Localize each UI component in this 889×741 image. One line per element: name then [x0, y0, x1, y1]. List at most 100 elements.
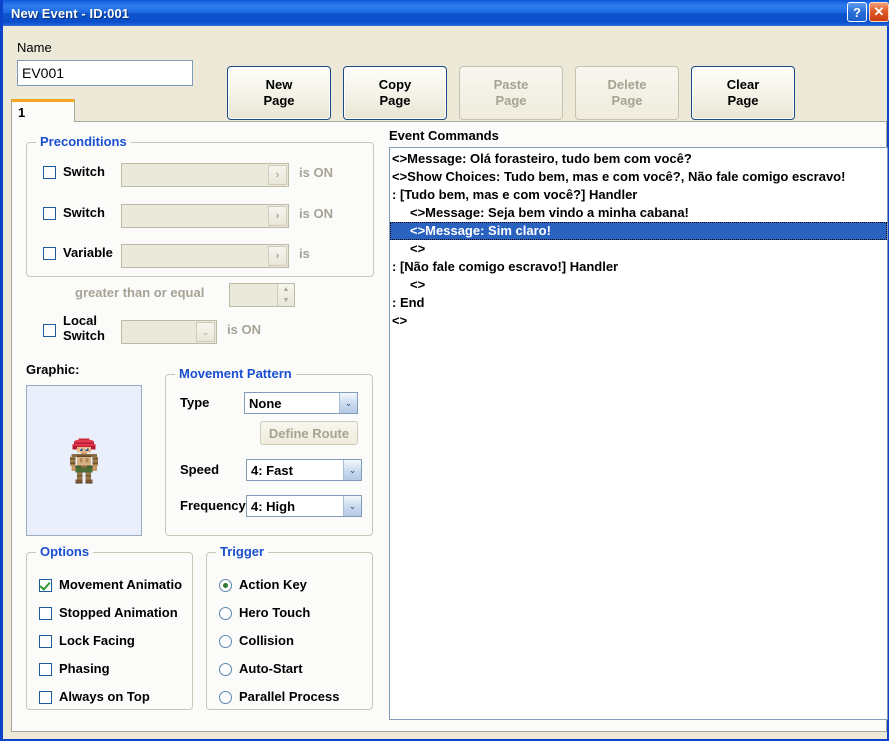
precondition-local-switch-label: Local Switch — [63, 313, 105, 343]
movement-speed-chevron-down-icon[interactable]: ⌄ — [343, 460, 361, 480]
copy-page-label-1: Copy — [378, 77, 412, 92]
clear-page-label-1: Clear — [726, 77, 760, 92]
movement-type-chevron-down-icon[interactable]: ⌄ — [339, 393, 357, 413]
tab-page-1[interactable]: 1 — [11, 99, 75, 123]
trigger-collision-label: Collision — [239, 633, 294, 648]
movement-frequency-label: Frequency — [180, 498, 246, 513]
event-command-row[interactable]: : End — [390, 294, 887, 312]
precondition-switch2-checkbox[interactable] — [43, 207, 56, 220]
new-event-dialog: New Event - ID:001 ? ✕ Name New Page Cop… — [0, 0, 889, 741]
window-controls: ? ✕ — [847, 2, 889, 22]
trigger-hero-touch-label: Hero Touch — [239, 605, 311, 620]
close-icon[interactable]: ✕ — [869, 2, 889, 22]
movement-frequency-value: 4: High — [251, 498, 296, 514]
precondition-variable-checkbox[interactable] — [43, 247, 56, 260]
paste-page-label-1: Paste — [493, 77, 529, 92]
page-content-panel: Preconditions Switch › is ON Switch › is… — [11, 122, 888, 732]
toolbar: Name New Page Copy Page Paste Page Delet… — [3, 26, 887, 120]
trigger-parallel-process-radio[interactable] — [219, 691, 232, 704]
option-phasing-checkbox[interactable] — [39, 663, 52, 676]
precondition-local-switch-checkbox[interactable] — [43, 324, 56, 337]
precondition-variable-label: Variable — [63, 245, 113, 260]
event-command-row[interactable]: <>Show Choices: Tudo bem, mas e com você… — [390, 168, 887, 186]
option-stopped-animation-checkbox[interactable] — [39, 607, 52, 620]
movement-type-select[interactable]: None ⌄ — [244, 392, 358, 414]
preconditions-group: Preconditions Switch › is ON Switch › is… — [26, 134, 374, 344]
new-page-label-1: New — [265, 77, 293, 92]
precondition-switch1-suffix: is ON — [299, 165, 333, 180]
precondition-switch1-checkbox[interactable] — [43, 166, 56, 179]
event-commands-list[interactable]: <>Message: Olá forasteiro, tudo bem com … — [389, 147, 888, 720]
precondition-local-switch-suffix: is ON — [227, 322, 261, 337]
title-bar: New Event - ID:001 ? ✕ — [3, 0, 889, 26]
event-commands-label: Event Commands — [389, 128, 499, 143]
precondition-variable-field[interactable]: › — [121, 244, 289, 268]
option-stopped-animation-label: Stopped Animation — [59, 605, 178, 620]
character-sprite-icon — [69, 437, 99, 484]
movement-speed-label: Speed — [180, 462, 220, 477]
precondition-switch2-suffix: is ON — [299, 206, 333, 221]
precondition-local-switch-chevron-down-icon[interactable]: ⌄ — [196, 322, 215, 342]
movement-type-value: None — [249, 395, 282, 411]
trigger-title: Trigger — [216, 544, 269, 559]
precondition-comparison-spinner[interactable]: ▲ ▼ — [229, 283, 295, 307]
trigger-collision-radio[interactable] — [219, 635, 232, 648]
precondition-switch1-field[interactable]: › — [121, 163, 289, 187]
options-title: Options — [36, 544, 94, 559]
precondition-comparison-label: greater than or equal — [75, 285, 205, 300]
precondition-variable-expand-icon[interactable]: › — [268, 246, 287, 266]
trigger-action-key-radio[interactable] — [219, 579, 232, 592]
movement-frequency-chevron-down-icon[interactable]: ⌄ — [343, 496, 361, 516]
trigger-auto-start-radio[interactable] — [219, 663, 232, 676]
help-icon[interactable]: ? — [847, 2, 867, 22]
movement-speed-select[interactable]: 4: Fast ⌄ — [246, 459, 362, 481]
local-switch-label-line1: Local — [63, 313, 97, 328]
preconditions-title: Preconditions — [36, 134, 131, 149]
option-always-on-top-checkbox[interactable] — [39, 691, 52, 704]
graphic-label: Graphic: — [26, 362, 80, 377]
event-command-row[interactable]: : [Não fale comigo escravo!] Handler — [390, 258, 887, 276]
option-always-on-top-label: Always on Top — [59, 689, 150, 704]
precondition-switch1-expand-icon[interactable]: › — [268, 165, 287, 185]
precondition-switch2-expand-icon[interactable]: › — [268, 206, 287, 226]
event-command-row[interactable]: <> — [390, 312, 887, 330]
name-input[interactable] — [17, 60, 193, 86]
local-switch-label-line2: Switch — [63, 328, 105, 343]
options-group: Options Movement Animatio Stopped Animat… — [26, 544, 193, 710]
precondition-local-switch-combo[interactable]: ⌄ — [121, 320, 217, 344]
window-title: New Event - ID:001 — [11, 5, 130, 21]
precondition-switch2-label: Switch — [63, 205, 105, 220]
graphic-preview[interactable] — [26, 385, 142, 536]
option-phasing-label: Phasing — [59, 661, 110, 676]
trigger-parallel-process-label: Parallel Process — [239, 689, 340, 704]
option-lock-facing-checkbox[interactable] — [39, 635, 52, 648]
movement-speed-value: 4: Fast — [251, 462, 293, 478]
trigger-hero-touch-radio[interactable] — [219, 607, 232, 620]
movement-pattern-group: Movement Pattern Type None ⌄ Define Rout… — [165, 366, 373, 536]
trigger-group: Trigger Action Key Hero Touch Collision … — [206, 544, 373, 710]
option-movement-animation-label: Movement Animatio — [59, 577, 183, 592]
event-command-row[interactable]: <> — [390, 240, 887, 258]
event-command-row[interactable]: <>Message: Sim claro! — [390, 222, 887, 240]
precondition-variable-suffix: is — [299, 246, 310, 261]
event-command-row[interactable]: <>Message: Olá forasteiro, tudo bem com … — [390, 150, 887, 168]
movement-frequency-select[interactable]: 4: High ⌄ — [246, 495, 362, 517]
page-tab-strip: 1 — [11, 99, 887, 123]
event-command-row[interactable]: <> — [390, 276, 887, 294]
spinner-down-icon[interactable]: ▼ — [278, 295, 294, 306]
movement-type-label: Type — [180, 395, 210, 410]
precondition-switch1-label: Switch — [63, 164, 105, 179]
spinner-arrows[interactable]: ▲ ▼ — [277, 284, 294, 306]
event-command-row[interactable]: : [Tudo bem, mas e com você?] Handler — [390, 186, 887, 204]
event-command-row[interactable]: <>Message: Seja bem vindo a minha cabana… — [390, 204, 887, 222]
name-label: Name — [17, 40, 52, 55]
movement-pattern-title: Movement Pattern — [175, 366, 296, 381]
trigger-action-key-label: Action Key — [239, 577, 307, 592]
trigger-auto-start-label: Auto-Start — [239, 661, 303, 676]
define-route-button: Define Route — [260, 421, 358, 445]
option-movement-animation-checkbox[interactable] — [39, 579, 52, 592]
precondition-switch2-field[interactable]: › — [121, 204, 289, 228]
spinner-up-icon[interactable]: ▲ — [278, 284, 294, 295]
delete-page-label-1: Delete — [607, 77, 647, 92]
option-lock-facing-label: Lock Facing — [59, 633, 135, 648]
